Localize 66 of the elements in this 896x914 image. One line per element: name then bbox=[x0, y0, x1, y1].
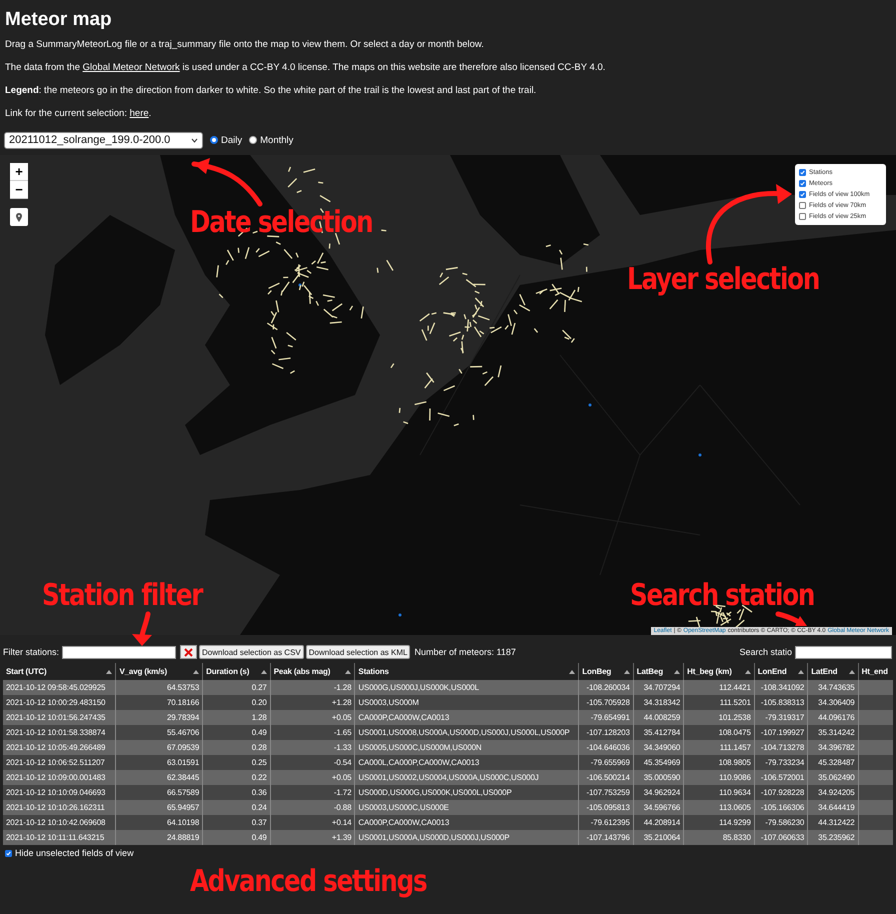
column-header[interactable]: Ht_end bbox=[858, 663, 893, 680]
table-cell: 35.235962 bbox=[808, 830, 858, 845]
license-text: The data from the Global Meteor Network is used under a CC-BY 4.0 license. The maps on this website are therefore also licensed CC-BY 4.0. bbox=[4, 61, 606, 75]
column-header[interactable]: LonEnd bbox=[754, 663, 808, 680]
clear-button[interactable] bbox=[180, 645, 198, 659]
selection-link-text: Link for the current selection: here. bbox=[4, 107, 152, 121]
annotation-text: Search station bbox=[630, 578, 814, 613]
annotation-text: Date selection bbox=[190, 205, 372, 240]
table-cell: -107.143796 bbox=[578, 830, 634, 845]
annotation-text: Station filter bbox=[42, 578, 202, 613]
sort-icon bbox=[345, 670, 352, 674]
column-header[interactable]: Duration (s) bbox=[202, 663, 270, 680]
location-button[interactable] bbox=[10, 208, 28, 226]
date-select[interactable]: 20211012_solrange_199.0-200.0 bbox=[4, 132, 203, 148]
table-cell: 85.8330 bbox=[684, 830, 754, 845]
table-cell: -107.060633 bbox=[754, 830, 808, 845]
sort-icon bbox=[106, 670, 112, 674]
column-header[interactable]: LatEnd bbox=[808, 663, 858, 680]
table-cell: 0.49 bbox=[202, 830, 270, 845]
table-cell: 2021-10-12 10:11:11.643215 bbox=[3, 830, 116, 845]
close-icon bbox=[184, 648, 194, 656]
annotation-arrow bbox=[775, 611, 809, 627]
here-link[interactable]: here bbox=[130, 108, 149, 119]
table-cell: 24.88819 bbox=[116, 830, 203, 845]
annotation-text: Layer selection bbox=[627, 262, 820, 297]
layer-checkbox[interactable] bbox=[799, 213, 806, 220]
legend-text: Legend: the meteors go in the direction from darker to white. So the white part of the trail is the lowest and last part of the trail. bbox=[4, 84, 538, 98]
sort-icon bbox=[193, 670, 200, 674]
download-button[interactable]: Download selection as KML bbox=[306, 645, 410, 659]
meteor-network-link[interactable]: Global Meteor Network bbox=[82, 62, 180, 73]
meteor-count: Number of meteors: 1187 bbox=[414, 647, 516, 657]
column-header[interactable]: Ht_beg (km) bbox=[684, 663, 754, 680]
layer-checkbox[interactable] bbox=[799, 202, 806, 209]
intro-text: Drag a SummaryMeteorLog file or a traj_summary file onto the map to view them. Or select a day or month below. bbox=[4, 38, 485, 52]
mode-radio[interactable] bbox=[249, 136, 258, 144]
filter-field[interactable] bbox=[62, 646, 176, 658]
annotation-text: Advanced settings bbox=[190, 864, 426, 899]
sort-icon bbox=[798, 670, 804, 674]
sort-icon bbox=[569, 670, 576, 674]
table-cell: US0001,US000A,US000D,US000J,US000P bbox=[354, 830, 579, 845]
mode-label: Daily bbox=[221, 134, 242, 146]
mode-label: Monthly bbox=[260, 134, 294, 146]
column-header[interactable]: Start (UTC) bbox=[3, 663, 116, 680]
filter-label: Filter stations: bbox=[3, 647, 60, 657]
map-pin-icon bbox=[16, 212, 22, 222]
column-header[interactable]: LatBeg bbox=[633, 663, 684, 680]
search-label: Search statio bbox=[739, 647, 792, 657]
hide-fov-label: Hide unselected fields of view bbox=[15, 848, 134, 858]
sort-icon bbox=[744, 670, 751, 674]
chevron-icon bbox=[191, 138, 198, 142]
sort-icon bbox=[260, 670, 267, 674]
mode-radio[interactable] bbox=[210, 136, 218, 144]
sort-icon bbox=[624, 670, 630, 674]
sort-icon bbox=[848, 670, 855, 674]
hide-fov-checkbox[interactable] bbox=[5, 850, 12, 856]
page-title: Meteor map bbox=[4, 8, 113, 32]
download-button[interactable]: Download selection as CSV bbox=[199, 645, 304, 659]
search-field[interactable] bbox=[795, 646, 892, 658]
column-header[interactable]: LonBeg bbox=[578, 663, 634, 680]
column-header[interactable]: V_avg (km/s) bbox=[116, 663, 203, 680]
column-header[interactable]: Stations bbox=[354, 663, 579, 680]
zoom-in-button[interactable]: + bbox=[10, 163, 28, 181]
sort-icon bbox=[674, 670, 680, 674]
column-header[interactable]: Peak (abs mag) bbox=[270, 663, 355, 680]
table-cell: 35.210064 bbox=[633, 830, 684, 845]
table-cell: +1.39 bbox=[270, 830, 355, 845]
